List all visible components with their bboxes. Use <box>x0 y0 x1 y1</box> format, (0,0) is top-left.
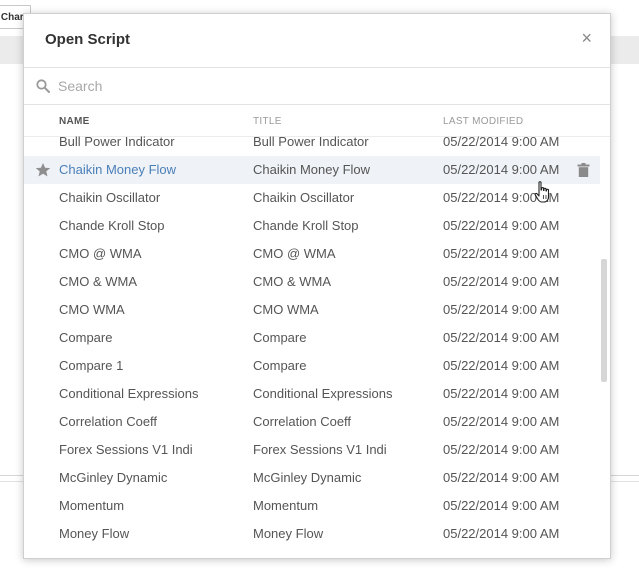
row-modified: 05/22/2014 9:00 AM <box>443 246 560 261</box>
row-name: CMO & WMA <box>59 274 137 289</box>
row-modified: 05/22/2014 9:00 AM <box>443 330 560 345</box>
table-row-selected[interactable]: Chaikin Money Flow Chaikin Money Flow 05… <box>24 156 600 184</box>
table-row[interactable]: Compare 1 Compare 05/22/2014 9:00 AM <box>24 352 600 380</box>
row-title: Compare <box>253 330 307 345</box>
row-modified: 05/22/2014 9:00 AM <box>443 470 560 485</box>
row-name: Chande Kroll Stop <box>59 218 165 233</box>
table-row[interactable]: Money Flow Money Flow 05/22/2014 9:00 AM <box>24 520 600 548</box>
table-row[interactable]: CMO @ WMA CMO @ WMA 05/22/2014 9:00 AM <box>24 240 600 268</box>
search-bar <box>24 68 610 105</box>
row-title: Chaikin Money Flow <box>253 162 371 177</box>
row-name: McGinley Dynamic <box>59 470 168 485</box>
row-name: Compare 1 <box>59 358 124 373</box>
row-title: Chaikin Oscillator <box>253 190 355 205</box>
row-title: Correlation Coeff <box>253 414 352 429</box>
dialog-title: Open Script <box>45 31 131 48</box>
row-title: CMO @ WMA <box>253 246 336 261</box>
open-script-dialog: Open Script × NAME TITLE LAST MODIFIED B… <box>23 13 611 559</box>
search-input[interactable] <box>58 74 578 98</box>
star-icon[interactable] <box>35 162 51 178</box>
row-title: Chande Kroll Stop <box>253 218 359 233</box>
row-name: Compare <box>59 330 113 345</box>
row-name: Money Flow <box>59 526 130 541</box>
row-modified: 05/22/2014 9:00 AM <box>443 386 560 401</box>
table-row[interactable]: Forex Sessions V1 Indi Forex Sessions V1… <box>24 436 600 464</box>
row-title: Money Flow <box>253 526 324 541</box>
row-modified: 05/22/2014 9:00 AM <box>443 414 560 429</box>
row-name: CMO WMA <box>59 302 125 317</box>
table-row[interactable]: Correlation Coeff Correlation Coeff 05/2… <box>24 408 600 436</box>
row-name: Conditional Expressions <box>59 386 199 401</box>
table-row[interactable]: McGinley Dynamic McGinley Dynamic 05/22/… <box>24 464 600 492</box>
row-title: Momentum <box>253 498 319 513</box>
table-row[interactable]: Chaikin Oscillator Chaikin Oscillator 05… <box>24 184 600 212</box>
table-row[interactable]: Chande Kroll Stop Chande Kroll Stop 05/2… <box>24 212 600 240</box>
row-modified: 05/22/2014 9:00 AM <box>443 498 560 513</box>
column-header-title[interactable]: TITLE <box>253 116 282 127</box>
table-row[interactable]: Compare Compare 05/22/2014 9:00 AM <box>24 324 600 352</box>
row-title: Conditional Expressions <box>253 386 393 401</box>
table-row[interactable]: Momentum Momentum 05/22/2014 9:00 AM <box>24 492 600 520</box>
script-list: Bull Power Indicator Bull Power Indicato… <box>24 128 600 558</box>
table-row[interactable]: Conditional Expressions Conditional Expr… <box>24 380 600 408</box>
list-scrollbar[interactable] <box>601 259 607 382</box>
column-header-last-modified[interactable]: LAST MODIFIED <box>443 116 523 127</box>
row-modified: 05/22/2014 9:00 AM <box>443 162 560 177</box>
column-header-name[interactable]: NAME <box>59 116 90 127</box>
row-name: Chaikin Oscillator <box>59 190 161 205</box>
row-name: Bull Power Indicator <box>59 134 175 149</box>
row-name: CMO @ WMA <box>59 246 142 261</box>
row-title: Forex Sessions V1 Indi <box>253 442 387 457</box>
row-name: Correlation Coeff <box>59 414 158 429</box>
row-name: Forex Sessions V1 Indi <box>59 442 193 457</box>
close-icon[interactable]: × <box>581 28 592 48</box>
dialog-header: Open Script × <box>24 14 610 68</box>
row-modified: 05/22/2014 9:00 AM <box>443 358 560 373</box>
trash-icon[interactable] <box>577 163 590 177</box>
row-title: McGinley Dynamic <box>253 470 362 485</box>
row-modified: 05/22/2014 9:00 AM <box>443 442 560 457</box>
row-name: Momentum <box>59 498 125 513</box>
row-title: Compare <box>253 358 307 373</box>
row-modified: 05/22/2014 9:00 AM <box>443 218 560 233</box>
row-title: Bull Power Indicator <box>253 134 369 149</box>
hand-cursor-icon <box>534 181 550 203</box>
row-modified: 05/22/2014 9:00 AM <box>443 274 560 289</box>
table-row[interactable]: CMO & WMA CMO & WMA 05/22/2014 9:00 AM <box>24 268 600 296</box>
row-title: CMO & WMA <box>253 274 331 289</box>
row-modified: 05/22/2014 9:00 AM <box>443 526 560 541</box>
row-name: Chaikin Money Flow <box>59 162 177 177</box>
search-icon <box>36 79 50 93</box>
table-row[interactable]: CMO WMA CMO WMA 05/22/2014 9:00 AM <box>24 296 600 324</box>
table-row[interactable]: Bull Power Indicator Bull Power Indicato… <box>24 128 600 156</box>
row-modified: 05/22/2014 9:00 AM <box>443 134 560 149</box>
row-title: CMO WMA <box>253 302 319 317</box>
row-modified: 05/22/2014 9:00 AM <box>443 302 560 317</box>
